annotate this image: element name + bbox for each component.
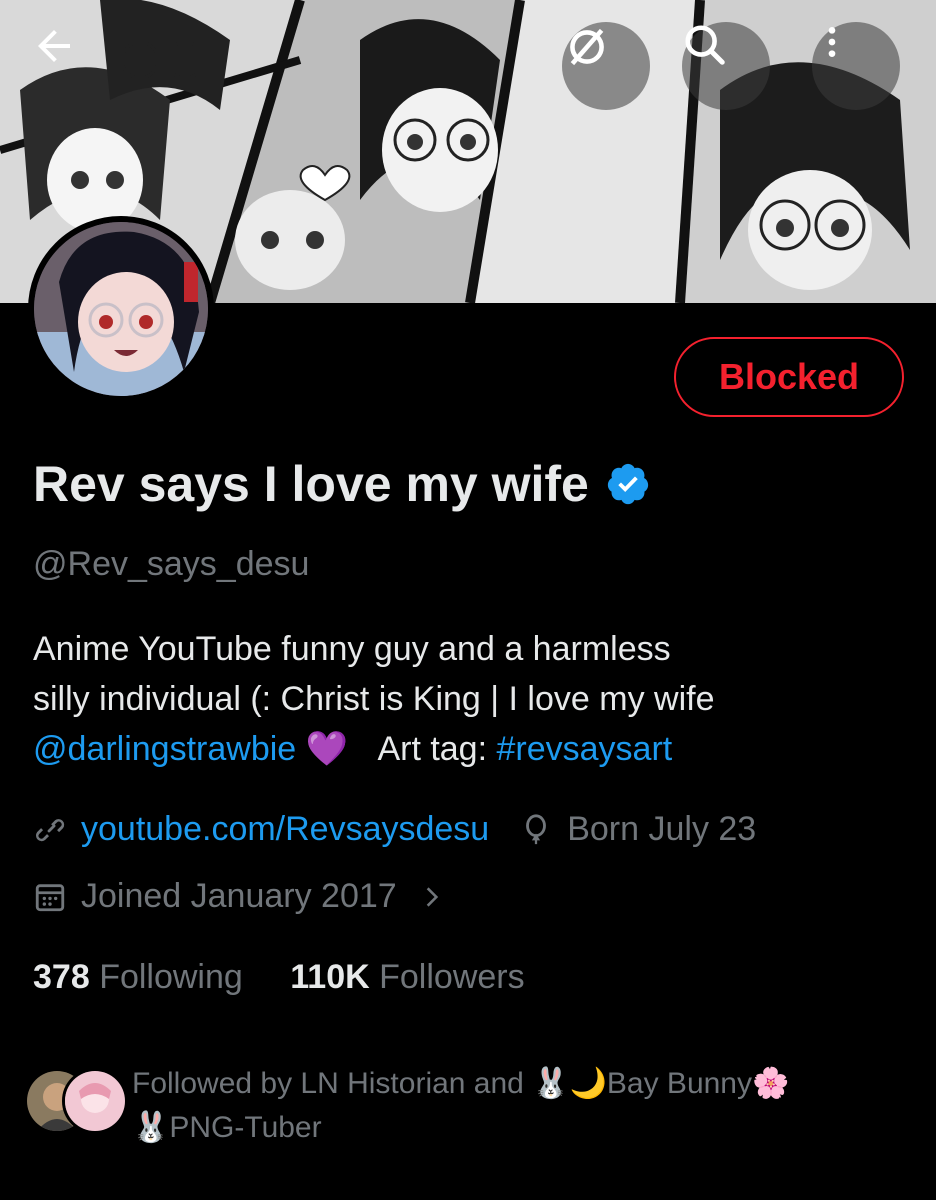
follow-stats: 378 Following 110K Followers <box>33 958 525 997</box>
verified-badge-icon[interactable] <box>605 461 651 507</box>
website-link[interactable]: youtube.com/Revsaysdesu <box>81 810 489 849</box>
followers-stat[interactable]: 110K Followers <box>290 958 524 996</box>
purple-heart-emoji: 💜 <box>305 730 348 768</box>
slashed-circle-icon <box>570 28 604 66</box>
link-icon <box>35 818 65 841</box>
followers-label: Followers <box>379 958 525 996</box>
search-button[interactable] <box>682 22 770 110</box>
followers-count: 110K <box>290 958 370 996</box>
hashtag-link[interactable]: #revsaysart <box>497 730 673 768</box>
meta-row-1: youtube.com/Revsaysdesu Born July 23 <box>33 810 756 849</box>
more-vertical-icon <box>828 27 836 57</box>
following-label: Following <box>99 958 243 996</box>
calendar-icon <box>35 883 65 911</box>
display-name: Rev says I love my wife <box>33 456 589 512</box>
followed-by-text: Followed by LN Historian and 🐰🌙Bay Bunny… <box>132 1062 912 1150</box>
chevron-right-icon <box>426 886 438 907</box>
mention-link[interactable]: @darlingstrawbie <box>33 730 296 768</box>
meta-row-2[interactable]: Joined January 2017 <box>33 877 445 916</box>
back-button[interactable] <box>30 22 118 110</box>
handle: @Rev_says_desu <box>33 545 310 583</box>
followed-by-line-2: 🐰PNG-Tuber <box>132 1111 322 1144</box>
blocked-button[interactable]: Blocked <box>674 337 904 417</box>
follower-avatar-2 <box>62 1068 128 1134</box>
following-stat[interactable]: 378 Following <box>33 958 243 996</box>
bio-line-1: Anime YouTube funny guy and a harmless <box>33 630 671 668</box>
birthday-text: Born July 23 <box>567 810 757 848</box>
more-button[interactable] <box>812 22 900 110</box>
following-count: 378 <box>33 958 90 996</box>
follower-avatar-2-image <box>65 1071 125 1131</box>
name-row: Rev says I love my wife <box>33 452 651 516</box>
bio-line-2: silly individual (: Christ is King | I l… <box>33 680 715 718</box>
balloon-icon <box>526 813 547 844</box>
bio: Anime YouTube funny guy and a harmless s… <box>33 624 913 774</box>
search-icon <box>685 25 725 65</box>
grok-button[interactable] <box>562 22 650 110</box>
art-tag-label: Art tag: <box>377 730 488 768</box>
bio-line-3: @darlingstrawbie 💜 Art tag: #revsaysart <box>33 724 913 774</box>
followed-by[interactable]: Followed by LN Historian and 🐰🌙Bay Bunny… <box>24 1062 924 1152</box>
arrow-left-icon <box>38 30 70 62</box>
joined-text: Joined January 2017 <box>81 877 397 915</box>
avatar-image <box>34 222 208 396</box>
followed-by-line-1: Followed by LN Historian and 🐰🌙Bay Bunny… <box>132 1067 790 1100</box>
avatar[interactable] <box>28 216 214 402</box>
